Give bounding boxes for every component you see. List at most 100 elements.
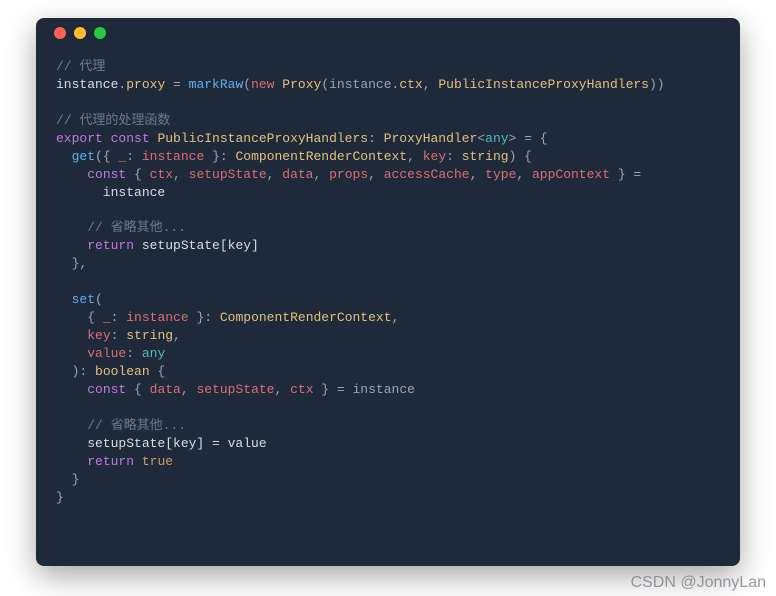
- code-text: ProxyHandler: [384, 131, 478, 146]
- code-text: key: [423, 149, 446, 164]
- code-text: [56, 149, 72, 164]
- code-text: [56, 292, 72, 307]
- code-text: ,: [407, 149, 423, 164]
- code-text: :: [126, 149, 142, 164]
- code-text: ,: [392, 310, 400, 325]
- code-text: ({: [95, 149, 118, 164]
- code-text: }:: [204, 149, 235, 164]
- code-text: }: [56, 490, 64, 505]
- code-block: // 代理 instance.proxy = markRaw(new Proxy…: [36, 48, 740, 526]
- code-text: setupState[key]: [134, 238, 259, 253]
- code-text: instance: [56, 185, 165, 200]
- code-text: true: [142, 454, 173, 469]
- code-text: data: [150, 382, 181, 397]
- code-text: }:: [189, 310, 220, 325]
- code-text: [134, 454, 142, 469]
- code-text: ,: [314, 167, 330, 182]
- code-text: string: [462, 149, 509, 164]
- code-text: accessCache: [384, 167, 470, 182]
- code-comment: // 代理: [56, 59, 105, 74]
- code-window: // 代理 instance.proxy = markRaw(new Proxy…: [36, 18, 740, 566]
- code-text: =: [165, 77, 188, 92]
- code-text: ,: [423, 77, 439, 92]
- code-text: },: [56, 256, 87, 271]
- close-icon: [54, 27, 66, 39]
- code-text: :: [126, 346, 142, 361]
- code-text: <: [477, 131, 485, 146]
- code-keyword: return: [87, 238, 134, 253]
- code-text: [56, 382, 87, 397]
- maximize-icon: [94, 27, 106, 39]
- code-text: [56, 346, 87, 361]
- code-text: [56, 238, 87, 253]
- minimize-icon: [74, 27, 86, 39]
- code-text: :: [111, 328, 127, 343]
- code-text: [56, 454, 87, 469]
- code-text: ctx: [150, 167, 173, 182]
- code-text: markRaw: [189, 77, 244, 92]
- code-text: ComponentRenderContext: [235, 149, 407, 164]
- code-keyword: const: [87, 167, 126, 182]
- code-text: setupState[key] = value: [56, 436, 267, 451]
- code-text: key: [87, 328, 110, 343]
- code-text: :: [111, 310, 127, 325]
- code-text: string: [126, 328, 173, 343]
- code-text: any: [142, 346, 165, 361]
- code-keyword: const: [111, 131, 150, 146]
- code-text: instance: [56, 77, 118, 92]
- code-keyword: new: [251, 77, 274, 92]
- code-text: {: [126, 167, 149, 182]
- code-text: PublicInstanceProxyHandlers: [157, 131, 368, 146]
- code-text: Proxy: [282, 77, 321, 92]
- code-text: } = instance: [314, 382, 415, 397]
- code-keyword: export: [56, 131, 103, 146]
- code-text: ):: [56, 364, 95, 379]
- code-comment: // 省略其他...: [56, 220, 186, 235]
- code-text: proxy: [126, 77, 165, 92]
- code-text: ) {: [509, 149, 532, 164]
- code-text: ,: [267, 167, 283, 182]
- code-text: (: [95, 292, 103, 307]
- code-text: boolean: [95, 364, 150, 379]
- code-text: set: [72, 292, 95, 307]
- code-text: {: [56, 310, 103, 325]
- code-text: instance: [126, 310, 188, 325]
- code-text: setupState: [196, 382, 274, 397]
- code-text: ,: [368, 167, 384, 182]
- code-text: {: [126, 382, 149, 397]
- code-comment: // 省略其他...: [56, 418, 186, 433]
- code-text: PublicInstanceProxyHandlers: [438, 77, 649, 92]
- code-text: [56, 328, 87, 343]
- code-text: instance: [142, 149, 204, 164]
- code-text: :: [446, 149, 462, 164]
- code-text: get: [72, 149, 95, 164]
- code-text: value: [87, 346, 126, 361]
- code-text: (: [243, 77, 251, 92]
- code-text: ,: [516, 167, 532, 182]
- code-text: (instance.: [321, 77, 399, 92]
- code-text: {: [150, 364, 166, 379]
- code-text: }: [56, 472, 79, 487]
- code-text: data: [282, 167, 313, 182]
- code-text: ,: [274, 382, 290, 397]
- code-comment: // 代理的处理函数: [56, 113, 170, 128]
- code-text: ,: [173, 328, 181, 343]
- code-text: } =: [610, 167, 641, 182]
- code-keyword: const: [87, 382, 126, 397]
- code-text: ctx: [399, 77, 422, 92]
- code-text: ComponentRenderContext: [220, 310, 392, 325]
- code-text: :: [368, 131, 384, 146]
- code-text: appContext: [532, 167, 610, 182]
- code-text: setupState: [189, 167, 267, 182]
- code-text: ,: [470, 167, 486, 182]
- code-text: )): [649, 77, 665, 92]
- watermark-text: CSDN @JonnyLan: [631, 574, 766, 592]
- code-text: _: [103, 310, 111, 325]
- window-titlebar: [36, 18, 740, 48]
- code-text: [103, 131, 111, 146]
- code-text: = {: [516, 131, 547, 146]
- code-text: props: [329, 167, 368, 182]
- code-text: type: [485, 167, 516, 182]
- code-text: any: [485, 131, 508, 146]
- code-keyword: return: [87, 454, 134, 469]
